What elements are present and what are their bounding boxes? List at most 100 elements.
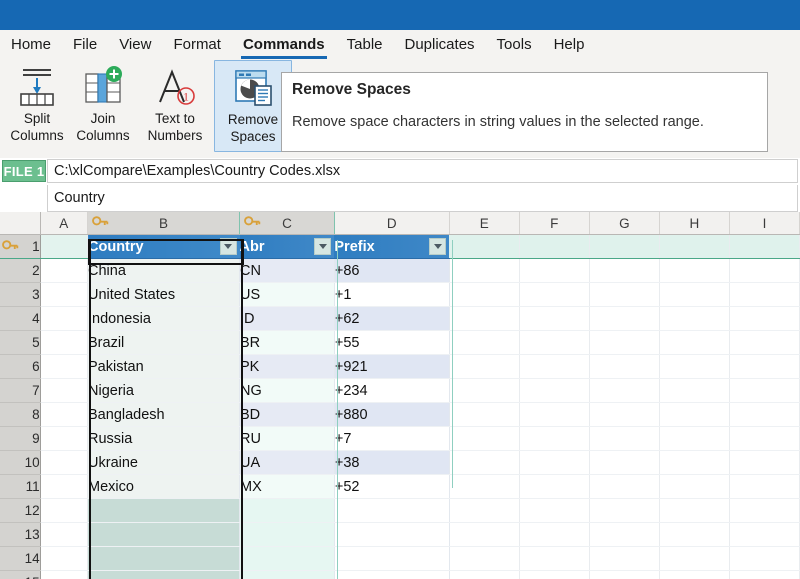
cell-b3[interactable]: United States (88, 283, 240, 307)
cell-d14[interactable] (334, 547, 449, 571)
cell-d13[interactable] (334, 523, 449, 547)
cell-a6[interactable] (40, 355, 87, 379)
menu-item-tools[interactable]: Tools (486, 30, 543, 60)
join-columns-button[interactable]: Join Columns (70, 60, 136, 152)
cell-h12[interactable] (659, 499, 729, 523)
cell-f3[interactable] (519, 283, 589, 307)
row-header-10[interactable]: 10 (0, 451, 40, 475)
row-header-15[interactable]: 15 (0, 571, 40, 579)
cell-c12[interactable] (240, 499, 335, 523)
cell-i9[interactable] (729, 427, 799, 451)
split-columns-button[interactable]: Split Columns (4, 60, 70, 152)
cell-i8[interactable] (729, 403, 799, 427)
cell-b15[interactable] (88, 571, 240, 579)
cell-h4[interactable] (659, 307, 729, 331)
cell-f10[interactable] (519, 451, 589, 475)
menu-item-view[interactable]: View (108, 30, 162, 60)
column-header-c[interactable]: C (240, 212, 335, 235)
cell-a1[interactable] (40, 235, 87, 259)
cell-f1[interactable] (519, 235, 589, 259)
cell-c2[interactable]: CN (240, 259, 335, 283)
row-header-12[interactable]: 12 (0, 499, 40, 523)
cell-h5[interactable] (659, 331, 729, 355)
text-to-numbers-button[interactable]: 1 Text to Numbers (136, 60, 214, 152)
row-header-13[interactable]: 13 (0, 523, 40, 547)
cell-c7[interactable]: NG (240, 379, 335, 403)
column-header-e[interactable]: E (449, 212, 519, 235)
cell-f5[interactable] (519, 331, 589, 355)
spreadsheet-grid[interactable]: A B C D E F G (0, 212, 800, 579)
cell-f15[interactable] (519, 571, 589, 579)
cell-c8[interactable]: BD (240, 403, 335, 427)
cell-d11[interactable]: +52 (334, 475, 449, 499)
cell-e6[interactable] (449, 355, 519, 379)
cell-b7[interactable]: Nigeria (88, 379, 240, 403)
cell-c1[interactable]: Abr (240, 235, 335, 259)
cell-d1[interactable]: Prefix (334, 235, 449, 259)
cell-a7[interactable] (40, 379, 87, 403)
row-header-1[interactable]: 1 (0, 235, 40, 259)
filter-button-abr[interactable] (314, 238, 331, 255)
cell-f9[interactable] (519, 427, 589, 451)
cell-g8[interactable] (589, 403, 659, 427)
cell-f4[interactable] (519, 307, 589, 331)
cell-f13[interactable] (519, 523, 589, 547)
cell-e7[interactable] (449, 379, 519, 403)
cell-e13[interactable] (449, 523, 519, 547)
cell-c3[interactable]: US (240, 283, 335, 307)
cell-c9[interactable]: RU (240, 427, 335, 451)
row-header-8[interactable]: 8 (0, 403, 40, 427)
row-header-3[interactable]: 3 (0, 283, 40, 307)
row-header-2[interactable]: 2 (0, 259, 40, 283)
cell-e12[interactable] (449, 499, 519, 523)
cell-g3[interactable] (589, 283, 659, 307)
cell-f6[interactable] (519, 355, 589, 379)
cell-g7[interactable] (589, 379, 659, 403)
cell-a4[interactable] (40, 307, 87, 331)
row-header-7[interactable]: 7 (0, 379, 40, 403)
cell-g12[interactable] (589, 499, 659, 523)
cell-b6[interactable]: Pakistan (88, 355, 240, 379)
cell-a14[interactable] (40, 547, 87, 571)
menu-item-help[interactable]: Help (543, 30, 596, 60)
cell-d15[interactable] (334, 571, 449, 579)
cell-i10[interactable] (729, 451, 799, 475)
cell-c14[interactable] (240, 547, 335, 571)
cell-i1[interactable] (729, 235, 799, 259)
cell-b4[interactable]: Indonesia (88, 307, 240, 331)
file-path-input[interactable]: C:\xlCompare\Examples\Country Codes.xlsx (47, 159, 798, 183)
cell-h8[interactable] (659, 403, 729, 427)
cell-g10[interactable] (589, 451, 659, 475)
cell-a8[interactable] (40, 403, 87, 427)
cell-h14[interactable] (659, 547, 729, 571)
cell-h9[interactable] (659, 427, 729, 451)
row-header-6[interactable]: 6 (0, 355, 40, 379)
cell-d8[interactable]: +880 (334, 403, 449, 427)
cell-h11[interactable] (659, 475, 729, 499)
row-header-4[interactable]: 4 (0, 307, 40, 331)
cell-e11[interactable] (449, 475, 519, 499)
cell-a9[interactable] (40, 427, 87, 451)
cell-h1[interactable] (659, 235, 729, 259)
cell-i11[interactable] (729, 475, 799, 499)
row-header-9[interactable]: 9 (0, 427, 40, 451)
cell-b11[interactable]: Mexico (88, 475, 240, 499)
cell-h10[interactable] (659, 451, 729, 475)
cell-h13[interactable] (659, 523, 729, 547)
cell-h7[interactable] (659, 379, 729, 403)
cell-f12[interactable] (519, 499, 589, 523)
cell-b14[interactable] (88, 547, 240, 571)
cell-d6[interactable]: +921 (334, 355, 449, 379)
cell-d4[interactable]: +62 (334, 307, 449, 331)
select-all-corner[interactable] (0, 212, 40, 235)
cell-i14[interactable] (729, 547, 799, 571)
cell-e8[interactable] (449, 403, 519, 427)
row-header-11[interactable]: 11 (0, 475, 40, 499)
cell-g15[interactable] (589, 571, 659, 579)
cell-e15[interactable] (449, 571, 519, 579)
cell-a15[interactable] (40, 571, 87, 579)
cell-a10[interactable] (40, 451, 87, 475)
cell-c10[interactable]: UA (240, 451, 335, 475)
cell-a5[interactable] (40, 331, 87, 355)
column-header-i[interactable]: I (729, 212, 799, 235)
